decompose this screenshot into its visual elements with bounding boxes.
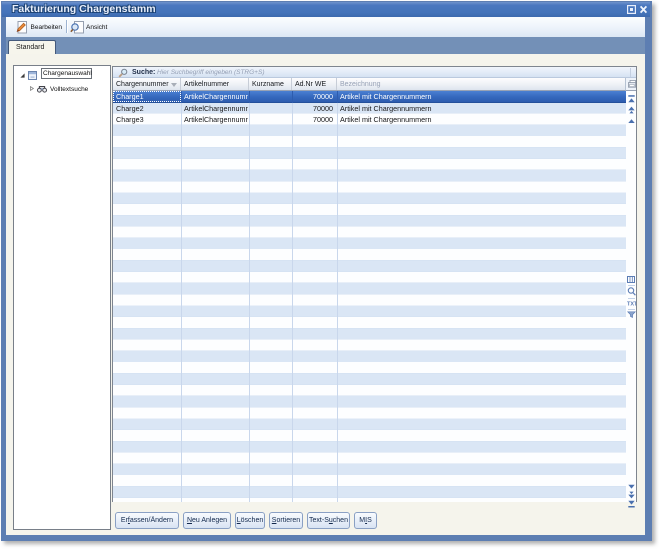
svg-text:TXT: TXT bbox=[627, 301, 636, 307]
